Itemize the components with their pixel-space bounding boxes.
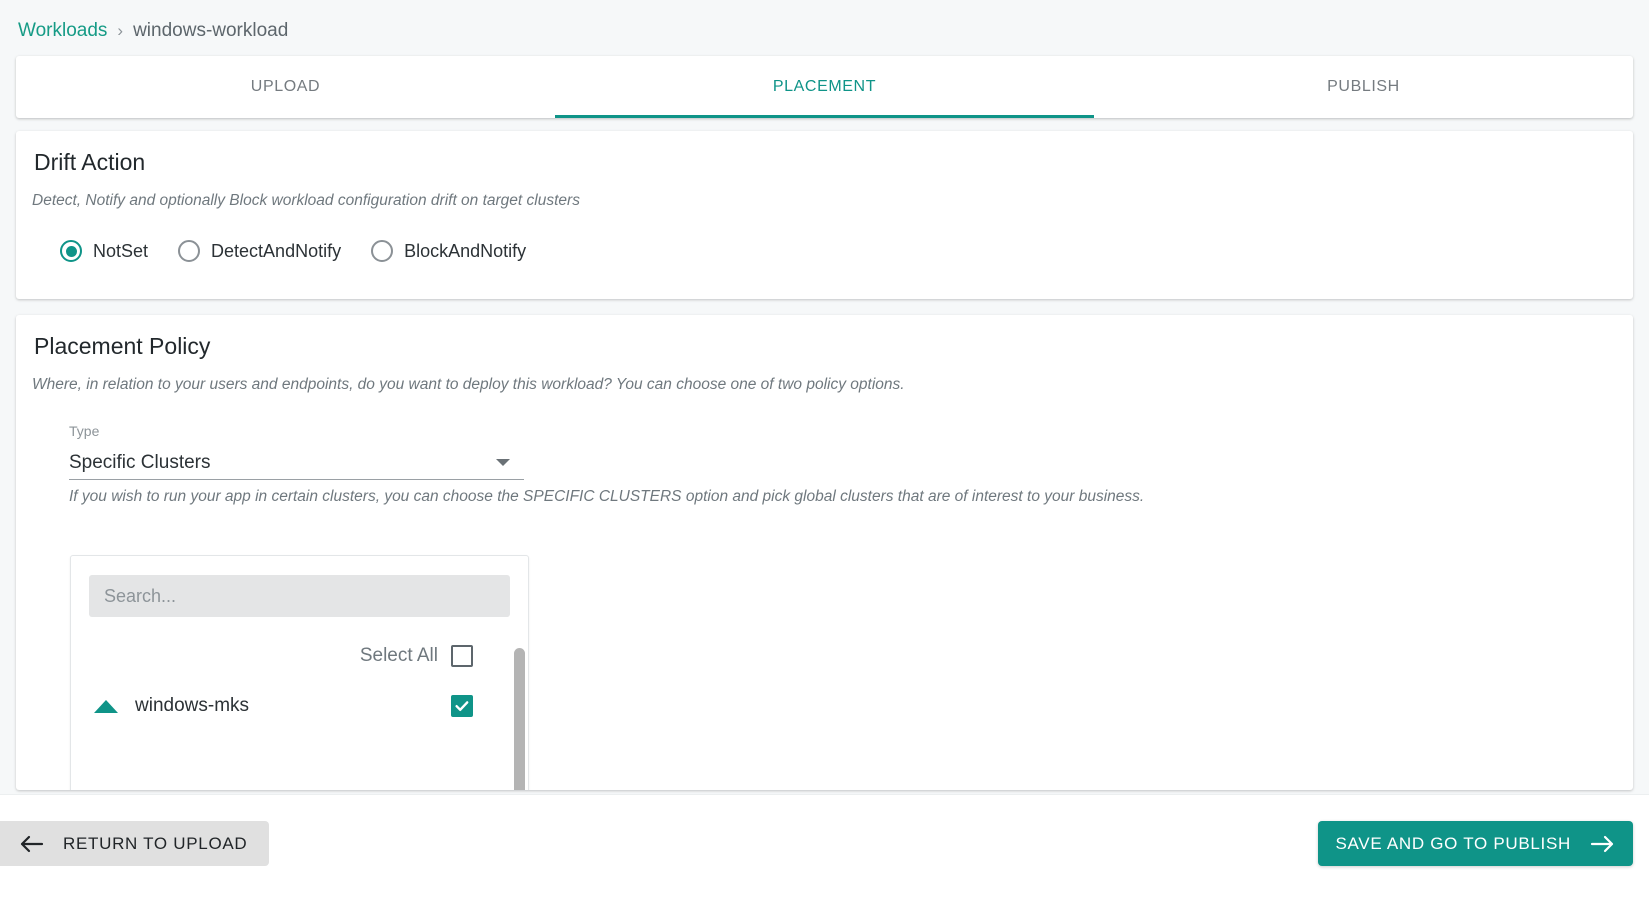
drift-action-card: Drift Action Detect, Notify and optional…	[16, 131, 1633, 299]
cluster-list-scrollbar[interactable]	[514, 648, 525, 790]
placement-policy-subtitle: Where, in relation to your users and end…	[32, 376, 905, 393]
return-to-upload-button[interactable]: RETURN TO UPLOAD	[0, 821, 270, 866]
placement-type-label: Type	[69, 423, 100, 439]
cluster-search-input[interactable]	[104, 585, 495, 607]
placement-type-hint: If you wish to run your app in certain c…	[69, 488, 1145, 505]
tab-publish[interactable]: PUBLISH	[1094, 56, 1633, 118]
drift-option-notset-label: NotSet	[93, 240, 149, 261]
cluster-checkbox[interactable]	[451, 695, 473, 717]
footer-action-bar: RETURN TO UPLOAD SAVE AND GO TO PUBLISH	[0, 794, 1649, 908]
save-and-publish-button[interactable]: SAVE AND GO TO PUBLISH	[1318, 821, 1633, 866]
drift-option-detectandnotify-label: DetectAndNotify	[211, 240, 342, 261]
placement-policy-card: Placement Policy Where, in relation to y…	[16, 315, 1633, 790]
check-icon	[455, 701, 469, 711]
drift-option-detectandnotify[interactable]: DetectAndNotify	[178, 240, 341, 262]
radio-dot-icon	[65, 245, 77, 257]
select-all-label: Select All	[359, 645, 438, 666]
placement-type-select[interactable]: Specific Clusters	[69, 446, 524, 480]
radio-icon-notset[interactable]	[60, 240, 82, 262]
arrow-right-icon	[1590, 835, 1614, 852]
drift-action-title: Drift Action	[34, 149, 146, 175]
save-and-publish-label: SAVE AND GO TO PUBLISH	[1335, 833, 1571, 853]
app-page: Workloads › windows-workload UPLOAD PLAC…	[0, 0, 1649, 908]
cluster-name-label: windows-mks	[135, 695, 250, 716]
placement-type-field: Type Specific Clusters	[69, 423, 524, 480]
chevron-down-icon[interactable]	[496, 459, 510, 466]
tab-upload[interactable]: UPLOAD	[16, 56, 555, 118]
drift-action-radio-group: NotSet DetectAndNotify BlockAndNotify	[16, 210, 1633, 262]
breadcrumb-link-workloads[interactable]: Workloads	[18, 20, 107, 42]
placement-type-value: Specific Clusters	[69, 451, 211, 473]
select-all-row: Select All	[71, 617, 528, 667]
select-all-checkbox[interactable]	[451, 645, 473, 667]
radio-icon-blockandnotify[interactable]	[371, 240, 394, 262]
radio-icon-detectandnotify[interactable]	[178, 240, 201, 262]
drift-option-blockandnotify[interactable]: BlockAndNotify	[371, 240, 526, 262]
breadcrumb-current: windows-workload	[133, 20, 289, 41]
arrow-left-icon	[20, 835, 44, 852]
drift-action-subtitle: Detect, Notify and optionally Block work…	[32, 192, 580, 209]
return-to-upload-label: RETURN TO UPLOAD	[63, 833, 248, 853]
breadcrumb: Workloads › windows-workload	[18, 20, 288, 42]
drift-option-notset[interactable]: NotSet	[60, 240, 148, 262]
breadcrumb-separator-icon: ›	[117, 21, 124, 40]
tab-placement[interactable]: PLACEMENT	[555, 56, 1094, 118]
cluster-search-box[interactable]	[89, 575, 510, 617]
cluster-list-scrollbar-thumb[interactable]	[514, 648, 525, 790]
tab-bar: UPLOAD PLACEMENT PUBLISH	[16, 56, 1633, 118]
triangle-up-icon[interactable]	[94, 699, 118, 713]
placement-policy-title: Placement Policy	[34, 333, 211, 359]
cluster-list-item[interactable]: windows-mks	[71, 667, 528, 717]
drift-option-blockandnotify-label: BlockAndNotify	[404, 240, 527, 261]
cluster-picker-panel: Select All windows-mks	[70, 555, 529, 790]
